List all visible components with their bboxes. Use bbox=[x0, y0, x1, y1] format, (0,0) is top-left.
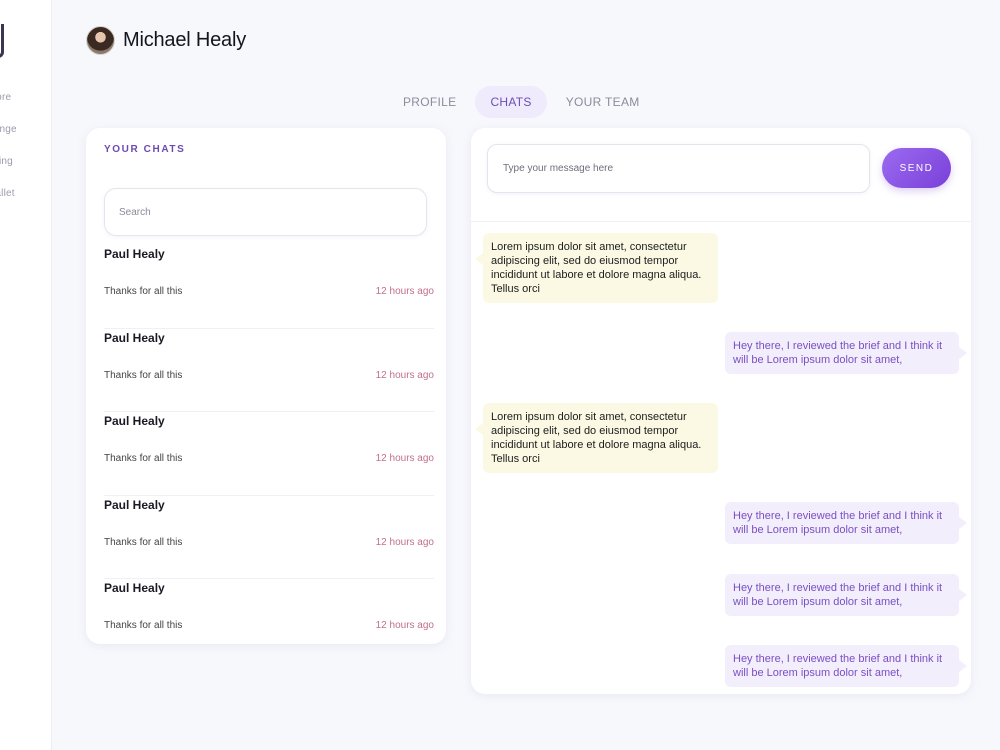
chat-preview: Thanks for all this bbox=[104, 369, 183, 381]
outgoing-message: Hey there, I reviewed the brief and I th… bbox=[725, 502, 967, 544]
chats-panel: YOUR CHATS Paul Healy Thanks for all thi… bbox=[86, 128, 446, 644]
chat-preview: Thanks for all this bbox=[104, 453, 183, 464]
logo bbox=[0, 24, 4, 58]
chat-timestamp: 12 hours ago bbox=[375, 369, 434, 381]
sidebar-item-explore[interactable]: plore bbox=[0, 92, 11, 103]
tab-your-team[interactable]: YOUR TEAM bbox=[551, 86, 655, 118]
sidebar-item-exchange[interactable]: hange bbox=[0, 124, 17, 135]
message-input[interactable] bbox=[487, 144, 870, 193]
incoming-message: Lorem ipsum dolor sit amet, consectetur … bbox=[475, 403, 718, 473]
sidebar: plore hange aking wallet bbox=[0, 0, 52, 750]
chat-contact-name: Paul Healy bbox=[104, 330, 165, 345]
outgoing-message: Hey there, I reviewed the brief and I th… bbox=[725, 332, 967, 374]
chat-timestamp: 12 hours ago bbox=[375, 536, 434, 548]
chat-timestamp: 12 hours ago bbox=[375, 620, 434, 631]
tab-bar: PROFILE CHATS YOUR TEAM bbox=[388, 86, 659, 118]
chat-preview: Thanks for all this bbox=[104, 536, 183, 548]
sidebar-item-wallet[interactable]: wallet bbox=[0, 188, 15, 199]
message-composer: SEND bbox=[471, 128, 971, 222]
chat-preview: Thanks for all this bbox=[104, 620, 183, 631]
chats-title: YOUR CHATS bbox=[104, 144, 186, 155]
chat-preview: Thanks for all this bbox=[104, 286, 183, 297]
chat-contact-name: Paul Healy bbox=[104, 581, 165, 595]
chat-contact-name: Paul Healy bbox=[104, 247, 165, 261]
conversation-panel: SEND Lorem ipsum dolor sit amet, consect… bbox=[471, 128, 971, 694]
chat-list: Paul Healy Thanks for all this 12 hours … bbox=[104, 245, 434, 663]
list-item[interactable]: Paul Healy Thanks for all this 12 hours … bbox=[104, 329, 434, 412]
list-item[interactable]: Paul Healy Thanks for all this 12 hours … bbox=[104, 579, 434, 663]
page-header: Michael Healy bbox=[86, 26, 246, 55]
outgoing-message: Hey there, I reviewed the brief and I th… bbox=[725, 645, 967, 687]
chat-contact-name: Paul Healy bbox=[104, 497, 165, 512]
list-item[interactable]: Paul Healy Thanks for all this 12 hours … bbox=[104, 412, 434, 496]
user-name: Michael Healy bbox=[123, 29, 247, 51]
list-item[interactable]: Paul Healy Thanks for all this 12 hours … bbox=[104, 496, 434, 579]
tab-profile[interactable]: PROFILE bbox=[388, 86, 471, 118]
chat-timestamp: 12 hours ago bbox=[375, 286, 434, 297]
list-item[interactable]: Paul Healy Thanks for all this 12 hours … bbox=[104, 245, 434, 329]
chat-timestamp: 12 hours ago bbox=[375, 453, 434, 464]
search-input[interactable] bbox=[104, 188, 427, 236]
outgoing-message: Hey there, I reviewed the brief and I th… bbox=[725, 574, 967, 616]
avatar[interactable] bbox=[86, 26, 115, 55]
tab-chats[interactable]: CHATS bbox=[475, 86, 547, 118]
sidebar-item-staking[interactable]: aking bbox=[0, 156, 13, 167]
incoming-message: Lorem ipsum dolor sit amet, consectetur … bbox=[475, 233, 718, 303]
send-button[interactable]: SEND bbox=[882, 148, 951, 188]
chat-contact-name: Paul Healy bbox=[104, 414, 165, 428]
